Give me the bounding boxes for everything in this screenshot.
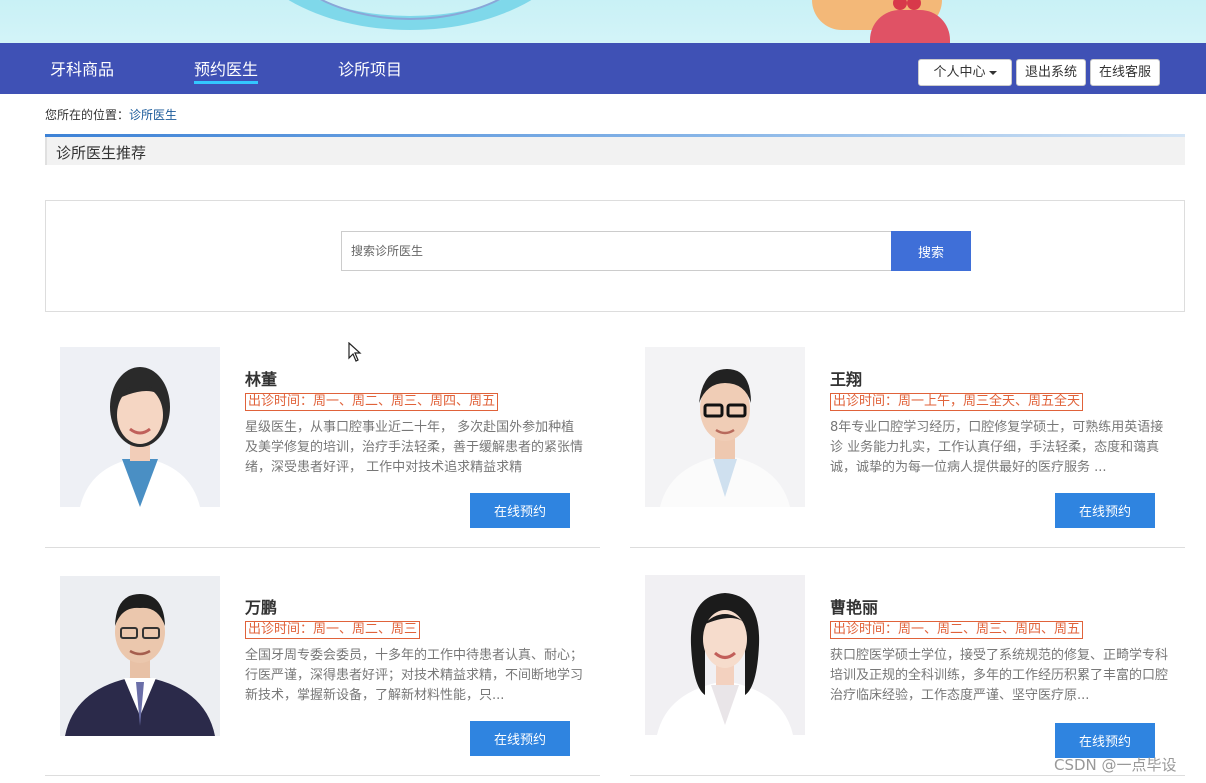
doctor-name: 林董 — [245, 370, 278, 389]
doctor-photo — [60, 576, 220, 736]
top-navbar: 牙科商品 预约医生 诊所项目 个人中心 退出系统 在线客服 — [0, 43, 1206, 94]
doctor-photo — [645, 575, 805, 735]
breadcrumb-current-link[interactable]: 诊所医生 — [129, 108, 177, 122]
search-panel: 搜索 — [45, 200, 1185, 312]
doctor-schedule: 出诊时间：周一、周二、周三 — [245, 621, 421, 639]
nav-dental-products[interactable]: 牙科商品 — [50, 43, 114, 94]
header-banner — [0, 0, 1206, 43]
doctor-description: 星级医生，从事口腔事业近二十年， 多次赴国外参加种植及美学修复的培训，治疗手法轻… — [245, 420, 584, 475]
search-input[interactable] — [341, 231, 891, 271]
search-button[interactable]: 搜索 — [891, 231, 971, 271]
doctor-description: 全国牙周专委会委员，十多年的工作中待患者认真、耐心；行医严谨，深得患者好评；对技… — [245, 648, 584, 703]
doctor-card: 曹艳丽 出诊时间：周一、周二、周三、周四、周五 获口腔医学硕士学位，接受了系统规… — [630, 558, 1185, 776]
book-online-button[interactable]: 在线预约 — [470, 493, 570, 528]
book-online-button[interactable]: 在线预约 — [1055, 493, 1155, 528]
doctor-card: 林董 出诊时间：周一、周二、周三、周四、周五 星级医生，从事口腔事业近二十年， … — [45, 330, 600, 548]
doctor-photo — [60, 347, 220, 507]
doctor-card: 王翔 出诊时间：周一上午，周三全天、周五全天 8年专业口腔学习经历，口腔修复学硕… — [630, 330, 1185, 548]
doctor-schedule: 出诊时间：周一、周二、周三、周四、周五 — [245, 393, 499, 411]
caret-down-icon — [988, 70, 997, 75]
online-service-button[interactable]: 在线客服 — [1090, 59, 1160, 86]
user-center-label: 个人中心 — [933, 65, 986, 80]
breadcrumb: 您所在的位置：诊所医生 — [45, 106, 177, 123]
doctor-description: 获口腔医学硕士学位，接受了系统规范的修复、正畸学专科培训及正规的全科训练，多年的… — [830, 648, 1169, 703]
nav-book-doctor[interactable]: 预约医生 — [194, 43, 259, 94]
user-center-dropdown[interactable]: 个人中心 — [918, 59, 1012, 86]
book-online-button[interactable]: 在线预约 — [1055, 723, 1155, 758]
doctor-name: 万鹏 — [245, 598, 278, 617]
doctor-schedule: 出诊时间：周一、周二、周三、周四、周五 — [830, 621, 1084, 639]
doctor-photo — [645, 347, 805, 507]
logout-button[interactable]: 退出系统 — [1016, 59, 1086, 86]
doctor-name: 王翔 — [830, 370, 863, 389]
doctor-name: 曹艳丽 — [830, 598, 879, 617]
doctor-card: 万鹏 出诊时间：周一、周二、周三 全国牙周专委会委员，十多年的工作中待患者认真、… — [45, 558, 600, 776]
doctor-schedule: 出诊时间：周一上午，周三全天、周五全天 — [830, 393, 1084, 411]
watermark: CSDN @一点毕设 — [1054, 756, 1177, 774]
book-online-button[interactable]: 在线预约 — [470, 721, 570, 756]
nav-clinic-projects[interactable]: 诊所项目 — [338, 43, 402, 94]
doctor-description: 8年专业口腔学习经历，口腔修复学硕士，可熟练用英语接诊 业务能力扎实，工作认真仔… — [830, 420, 1164, 475]
mouse-pointer-icon — [348, 341, 362, 366]
section-title: 诊所医生推荐 — [45, 137, 1185, 165]
breadcrumb-prefix: 您所在的位置： — [45, 108, 130, 122]
